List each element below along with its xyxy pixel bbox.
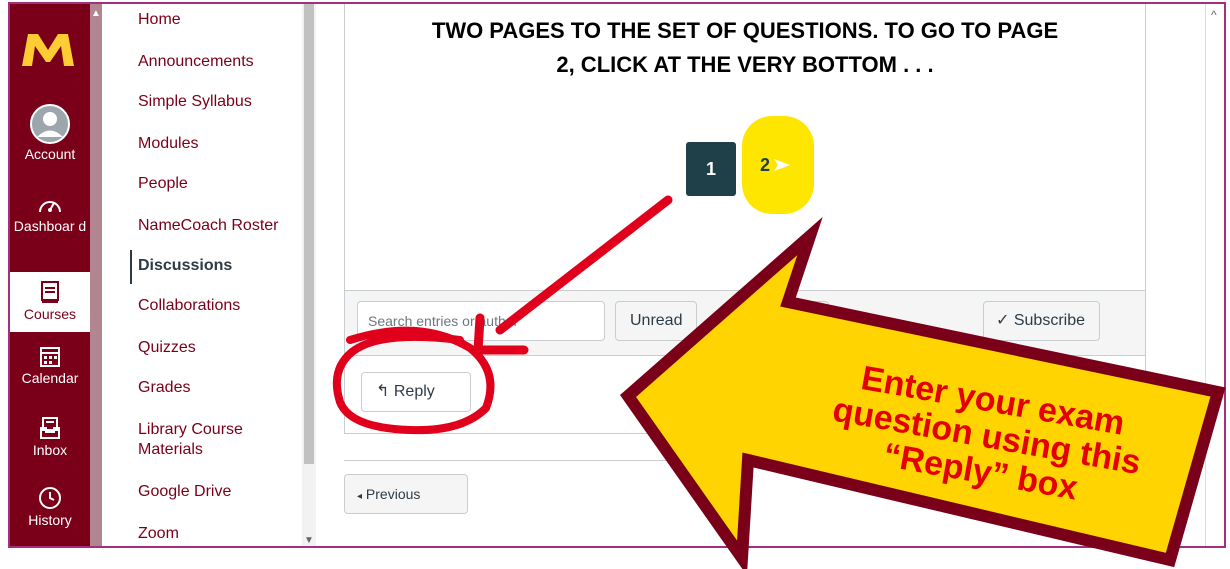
global-nav-courses-label: Courses	[23, 306, 77, 322]
collapse-button[interactable]	[729, 301, 829, 341]
course-nav-home[interactable]: Home	[138, 10, 181, 30]
global-nav-inbox[interactable]: Inbox	[10, 416, 90, 459]
course-nav-zoom[interactable]: Zoom	[138, 524, 179, 544]
course-nav-modules[interactable]: Modules	[138, 134, 198, 154]
course-nav-google-drive[interactable]: Google Drive	[138, 482, 231, 502]
search-entries-input[interactable]: Search entries or author	[357, 301, 605, 341]
unread-filter-button[interactable]: Unread	[615, 301, 698, 341]
course-nav-announcements[interactable]: Announcements	[138, 52, 254, 72]
account-icon	[30, 104, 70, 144]
checkmark-icon: ✓	[996, 312, 1010, 329]
courses-icon	[41, 281, 59, 303]
course-nav-library-course-materials[interactable]: Library Course Materials	[138, 420, 288, 460]
global-nav-history-label: History	[28, 512, 72, 528]
scroll-down-icon[interactable]: ▼	[304, 535, 314, 546]
global-nav-account-label: Account	[24, 146, 76, 162]
pointer-highlight-icon	[774, 159, 791, 171]
course-nav: Home Announcements Simple Syllabus Modul…	[102, 4, 316, 546]
global-nav-calendar-label: Calendar	[21, 370, 79, 386]
page-2-button[interactable]: 2	[742, 116, 814, 214]
course-nav-scrollbar[interactable]: ▼	[302, 4, 316, 546]
calendar-icon	[40, 347, 60, 367]
global-nav-dashboard-label: Dashboar d	[13, 218, 87, 234]
global-nav-scrollbar[interactable]: ▲	[90, 4, 102, 546]
page-heading-line-2: 2, CLICK AT THE VERY BOTTOM . . .	[556, 52, 934, 77]
course-nav-discussions[interactable]: Discussions	[138, 256, 232, 276]
course-nav-people[interactable]: People	[138, 174, 188, 194]
previous-arrow-icon: ◂	[357, 491, 363, 502]
subscribe-label: Subscribe	[1013, 312, 1086, 329]
global-nav-dashboard[interactable]: Dashboar d	[10, 194, 90, 235]
history-icon	[39, 487, 61, 509]
subscribe-button[interactable]: ✓ Subscribe	[983, 301, 1101, 341]
global-nav-history[interactable]: History	[10, 486, 90, 529]
reply-label: Reply	[393, 383, 435, 400]
page-heading-line-1: TWO PAGES TO THE SET OF QUESTIONS. TO GO…	[431, 18, 1059, 43]
global-nav-inbox-label: Inbox	[32, 442, 68, 458]
course-nav-simple-syllabus[interactable]: Simple Syllabus	[138, 92, 252, 112]
page-1-button[interactable]: 1	[686, 142, 736, 196]
course-nav-namecoach-roster[interactable]: NameCoach Roster	[138, 216, 279, 236]
reply-button[interactable]: ↰ Reply	[361, 372, 471, 412]
scroll-up-icon[interactable]: ^	[1211, 8, 1217, 22]
scroll-up-icon[interactable]: ▲	[91, 8, 101, 19]
course-nav-grades[interactable]: Grades	[138, 378, 190, 398]
global-nav: ▲ Account Dashboar d Courses Calendar In…	[10, 4, 102, 546]
reply-arrow-icon: ↰	[376, 383, 390, 400]
active-indicator	[130, 250, 132, 284]
course-nav-quizzes[interactable]: Quizzes	[138, 338, 196, 358]
global-nav-account[interactable]: Account	[10, 104, 90, 163]
university-logo[interactable]	[20, 30, 76, 70]
dashboard-icon	[39, 201, 61, 213]
previous-label: Previous	[365, 486, 421, 502]
global-nav-courses[interactable]: Courses	[10, 272, 90, 332]
global-nav-calendar[interactable]: Calendar	[10, 344, 90, 387]
course-nav-collaborations[interactable]: Collaborations	[138, 296, 240, 316]
scrollbar-thumb[interactable]	[304, 4, 314, 464]
page-2-label: 2	[760, 154, 771, 175]
previous-page-button[interactable]: ◂ Previous	[344, 474, 468, 514]
inbox-icon	[40, 417, 60, 439]
